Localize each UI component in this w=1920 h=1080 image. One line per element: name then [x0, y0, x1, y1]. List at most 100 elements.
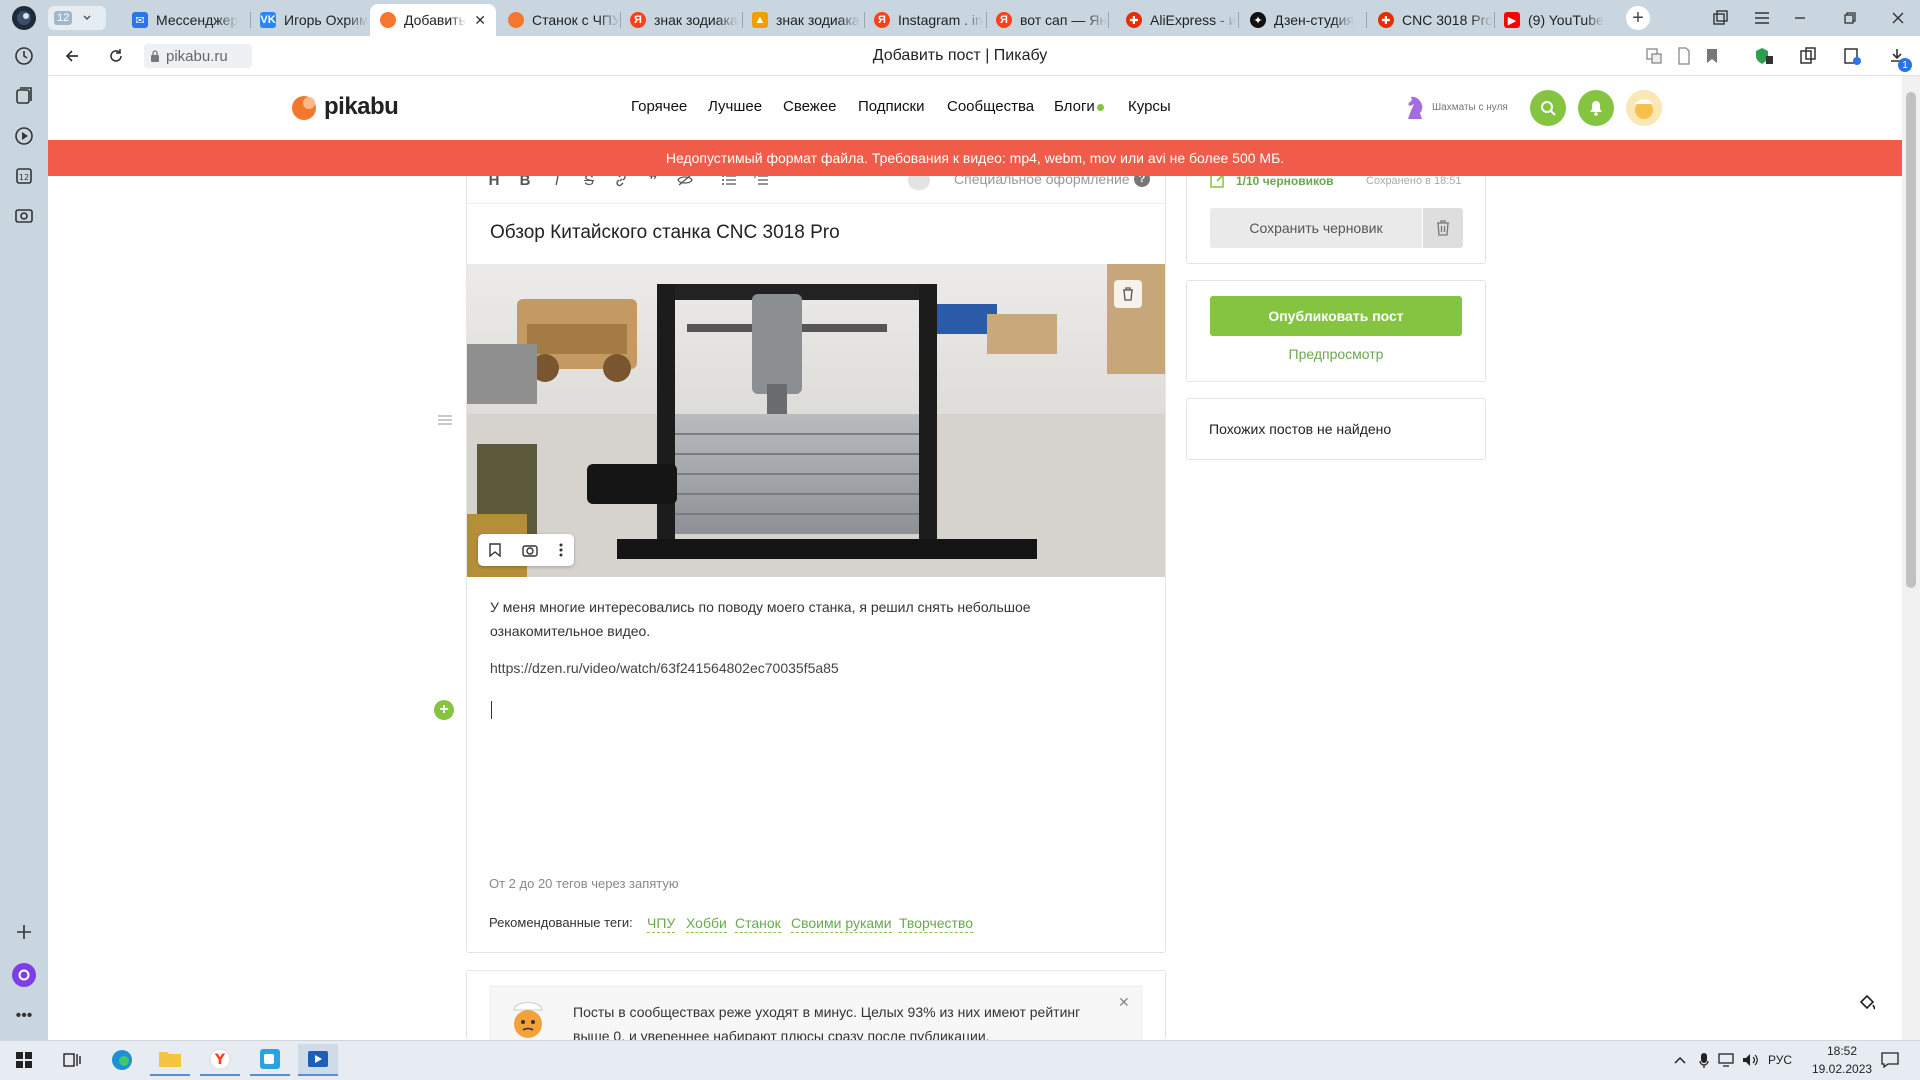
file-explorer-icon[interactable] [150, 1044, 190, 1076]
clock-date[interactable]: 19.02.2023 [1812, 1062, 1872, 1076]
protect-icon[interactable] [1752, 44, 1776, 68]
blogs-indicator-dot [1097, 104, 1104, 111]
hint-text-line-1: Посты в сообществах реже уходят в минус.… [573, 1004, 1081, 1020]
volume-icon[interactable] [1742, 1052, 1760, 1068]
close-hint-icon[interactable]: ✕ [1118, 994, 1130, 1011]
camera-icon[interactable] [522, 543, 538, 557]
reload-icon[interactable] [106, 46, 126, 66]
tab-zodiac-1[interactable]: Язнак зодиака [620, 4, 742, 36]
tab-messenger[interactable]: ✉ Мессенджер [122, 4, 250, 36]
calendar-icon[interactable]: 12 [12, 164, 36, 188]
error-banner: Недопустимый формат файла. Требования к … [48, 140, 1902, 176]
alice-icon[interactable] [12, 963, 36, 987]
drag-handle-icon[interactable] [437, 414, 453, 426]
minimize-icon[interactable] [1790, 8, 1810, 28]
post-image [467, 264, 1165, 577]
microphone-icon[interactable] [1696, 1052, 1712, 1068]
tab-vk[interactable]: VK Игорь Охрим [250, 4, 368, 36]
yandex-browser-logo[interactable] [12, 6, 36, 30]
screenshot-icon[interactable] [12, 204, 36, 228]
delete-image-button[interactable] [1114, 280, 1142, 308]
tab-zodiac-2[interactable]: ▲ знак зодиака [742, 4, 864, 36]
svg-text:Y: Y [214, 1052, 226, 1068]
image-actions [478, 534, 574, 566]
tag-cnc[interactable]: ЧПУ [647, 914, 676, 933]
restore-icon[interactable] [1840, 8, 1860, 28]
start-icon[interactable] [4, 1044, 44, 1076]
page-scrollbar-thumb[interactable] [1906, 92, 1916, 588]
nav-communities[interactable]: Сообщества [947, 98, 1034, 115]
downloads-panel-icon[interactable] [1840, 44, 1864, 68]
nav-fresh[interactable]: Свежее [783, 98, 837, 115]
delete-draft-button[interactable] [1423, 208, 1463, 248]
tab-youtube[interactable]: ▶ (9) YouTube [1494, 4, 1620, 36]
chess-promo[interactable]: Шахматы с нуля [1402, 92, 1508, 122]
tags-input[interactable]: От 2 до 20 тегов через запятую [489, 876, 1139, 891]
url-text: pikabu.ru [166, 47, 228, 65]
saved-at: Сохранено в 18:51 [1366, 175, 1462, 187]
nav-blogs[interactable]: Блоги [1054, 98, 1095, 115]
tab-instagram[interactable]: Я Instagram . in [864, 4, 986, 36]
menu-icon[interactable] [1752, 8, 1772, 28]
bookmark-icon[interactable] [1702, 46, 1722, 66]
notification-center-icon[interactable] [1878, 1048, 1902, 1072]
tab-aliexpress[interactable]: ✚ AliExpress - и [1116, 4, 1238, 36]
tab-cnc-machine[interactable]: Станок с ЧПУ [498, 4, 620, 36]
publish-button[interactable]: Опубликовать пост [1210, 296, 1462, 336]
tray-expand-icon[interactable] [1672, 1052, 1688, 1068]
url-field[interactable]: pikabu.ru [144, 44, 252, 68]
tab-counter-button[interactable]: 12 [48, 6, 106, 30]
tag-machine[interactable]: Станок [735, 914, 781, 933]
tab-manager-icon[interactable] [1710, 8, 1730, 28]
notifications-button[interactable] [1578, 90, 1614, 126]
bookmark-icon[interactable] [488, 543, 501, 557]
page-title: Добавить пост | Пикабу [872, 47, 1048, 64]
reader-mode-icon[interactable] [1674, 46, 1694, 66]
nav-subscriptions[interactable]: Подписки [858, 98, 925, 115]
save-draft-button[interactable]: Сохранить черновик [1210, 208, 1422, 248]
tag-creativity[interactable]: Творчество [899, 914, 974, 933]
video-editor-icon[interactable] [250, 1044, 290, 1076]
collections-icon[interactable] [12, 84, 36, 108]
more-vertical-icon[interactable] [559, 543, 563, 557]
search-button[interactable] [1530, 90, 1566, 126]
language-indicator[interactable]: РУС [1768, 1053, 1792, 1067]
drafts-count[interactable]: 1/10 черновиков [1236, 174, 1334, 188]
edge-icon[interactable] [102, 1044, 142, 1076]
tab-dzen-studio[interactable]: ✦ Дзен-студия [1240, 4, 1366, 36]
video-icon[interactable] [12, 124, 36, 148]
new-tab-button[interactable]: + [1626, 6, 1650, 30]
media-player-icon[interactable] [298, 1044, 338, 1076]
tab-cnc-aliexpress[interactable]: ✚ CNC 3018 Pro [1368, 4, 1494, 36]
tab-add-post[interactable]: Добавить ✕ [370, 4, 496, 36]
pikabu-logo[interactable]: pikabu [290, 92, 399, 122]
avatar[interactable] [1626, 90, 1662, 126]
tab-search-sap[interactable]: Явот сап — Ян [986, 4, 1108, 36]
nav-hot[interactable]: Горячее [631, 98, 687, 115]
yandex-icon: Я [996, 12, 1012, 28]
clock-time[interactable]: 18:52 [1812, 1044, 1872, 1058]
extensions-icon[interactable] [1796, 44, 1820, 68]
post-body-text[interactable]: У меня многие интересовались по поводу м… [490, 595, 1070, 643]
yandex-icon: Я [630, 12, 646, 28]
post-title-input[interactable]: Обзор Китайского станка CNC 3018 Pro [490, 222, 1130, 244]
task-view-icon[interactable] [52, 1044, 92, 1076]
history-icon[interactable] [12, 44, 36, 68]
tag-hobby[interactable]: Хобби [686, 914, 727, 933]
video-link[interactable]: https://dzen.ru/video/watch/63f241564802… [490, 660, 839, 676]
back-icon[interactable] [62, 46, 82, 66]
network-icon[interactable] [1718, 1052, 1736, 1068]
preview-link[interactable]: Предпросмотр [1210, 346, 1462, 362]
paint-bucket-icon[interactable] [1858, 994, 1878, 1014]
translate-icon[interactable] [1644, 46, 1664, 66]
similar-posts-text: Похожих постов не найдено [1209, 421, 1392, 437]
window-close-icon[interactable] [1888, 8, 1908, 28]
nav-best[interactable]: Лучшее [708, 98, 762, 115]
more-icon[interactable]: ••• [12, 1004, 36, 1028]
yandex-browser-taskbar-icon[interactable]: Y [200, 1044, 240, 1076]
add-block-button[interactable]: + [434, 700, 454, 720]
close-icon[interactable]: ✕ [474, 12, 486, 29]
tag-diy[interactable]: Своими руками [791, 914, 892, 933]
nav-courses[interactable]: Курсы [1128, 98, 1171, 115]
add-panel-icon[interactable] [12, 920, 36, 944]
